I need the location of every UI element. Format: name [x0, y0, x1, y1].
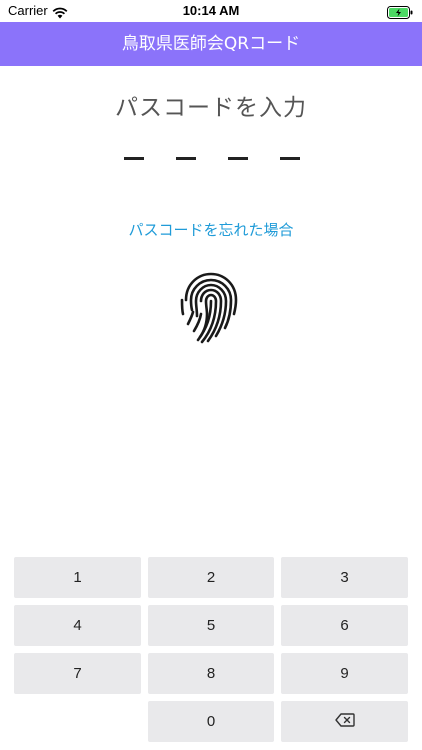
status-time: 10:14 AM — [182, 3, 240, 18]
key-0[interactable]: 0 — [148, 701, 274, 742]
key-9[interactable]: 9 — [281, 653, 408, 694]
passcode-digit-slot — [280, 157, 300, 160]
fingerprint-icon[interactable] — [178, 270, 244, 344]
nav-title: 鳥取県医師会QRコード — [121, 34, 301, 54]
key-4[interactable]: 4 — [14, 605, 141, 646]
backspace-icon — [334, 712, 355, 731]
key-8[interactable]: 8 — [148, 653, 274, 694]
forgot-passcode-link[interactable]: パスコードを忘れた場合 — [0, 219, 422, 240]
key-7[interactable]: 7 — [14, 653, 141, 694]
navigation-bar: 鳥取県医師会QRコード — [0, 22, 422, 66]
key-1[interactable]: 1 — [14, 557, 141, 598]
delete-key[interactable] — [281, 701, 408, 742]
passcode-digit-slot — [124, 157, 144, 160]
status-bar: Carrier 10:14 AM — [0, 0, 422, 22]
key-5[interactable]: 5 — [148, 605, 274, 646]
passcode-indicator — [124, 157, 302, 161]
key-3[interactable]: 3 — [281, 557, 408, 598]
passcode-prompt: パスコードを入力 — [115, 95, 307, 121]
passcode-digit-slot — [176, 157, 196, 160]
numeric-keypad: 1 2 3 4 5 6 7 8 9 0 — [0, 553, 422, 750]
key-2[interactable]: 2 — [148, 557, 274, 598]
passcode-digit-slot — [228, 157, 248, 160]
battery-charging-icon — [387, 4, 413, 23]
key-6[interactable]: 6 — [281, 605, 408, 646]
